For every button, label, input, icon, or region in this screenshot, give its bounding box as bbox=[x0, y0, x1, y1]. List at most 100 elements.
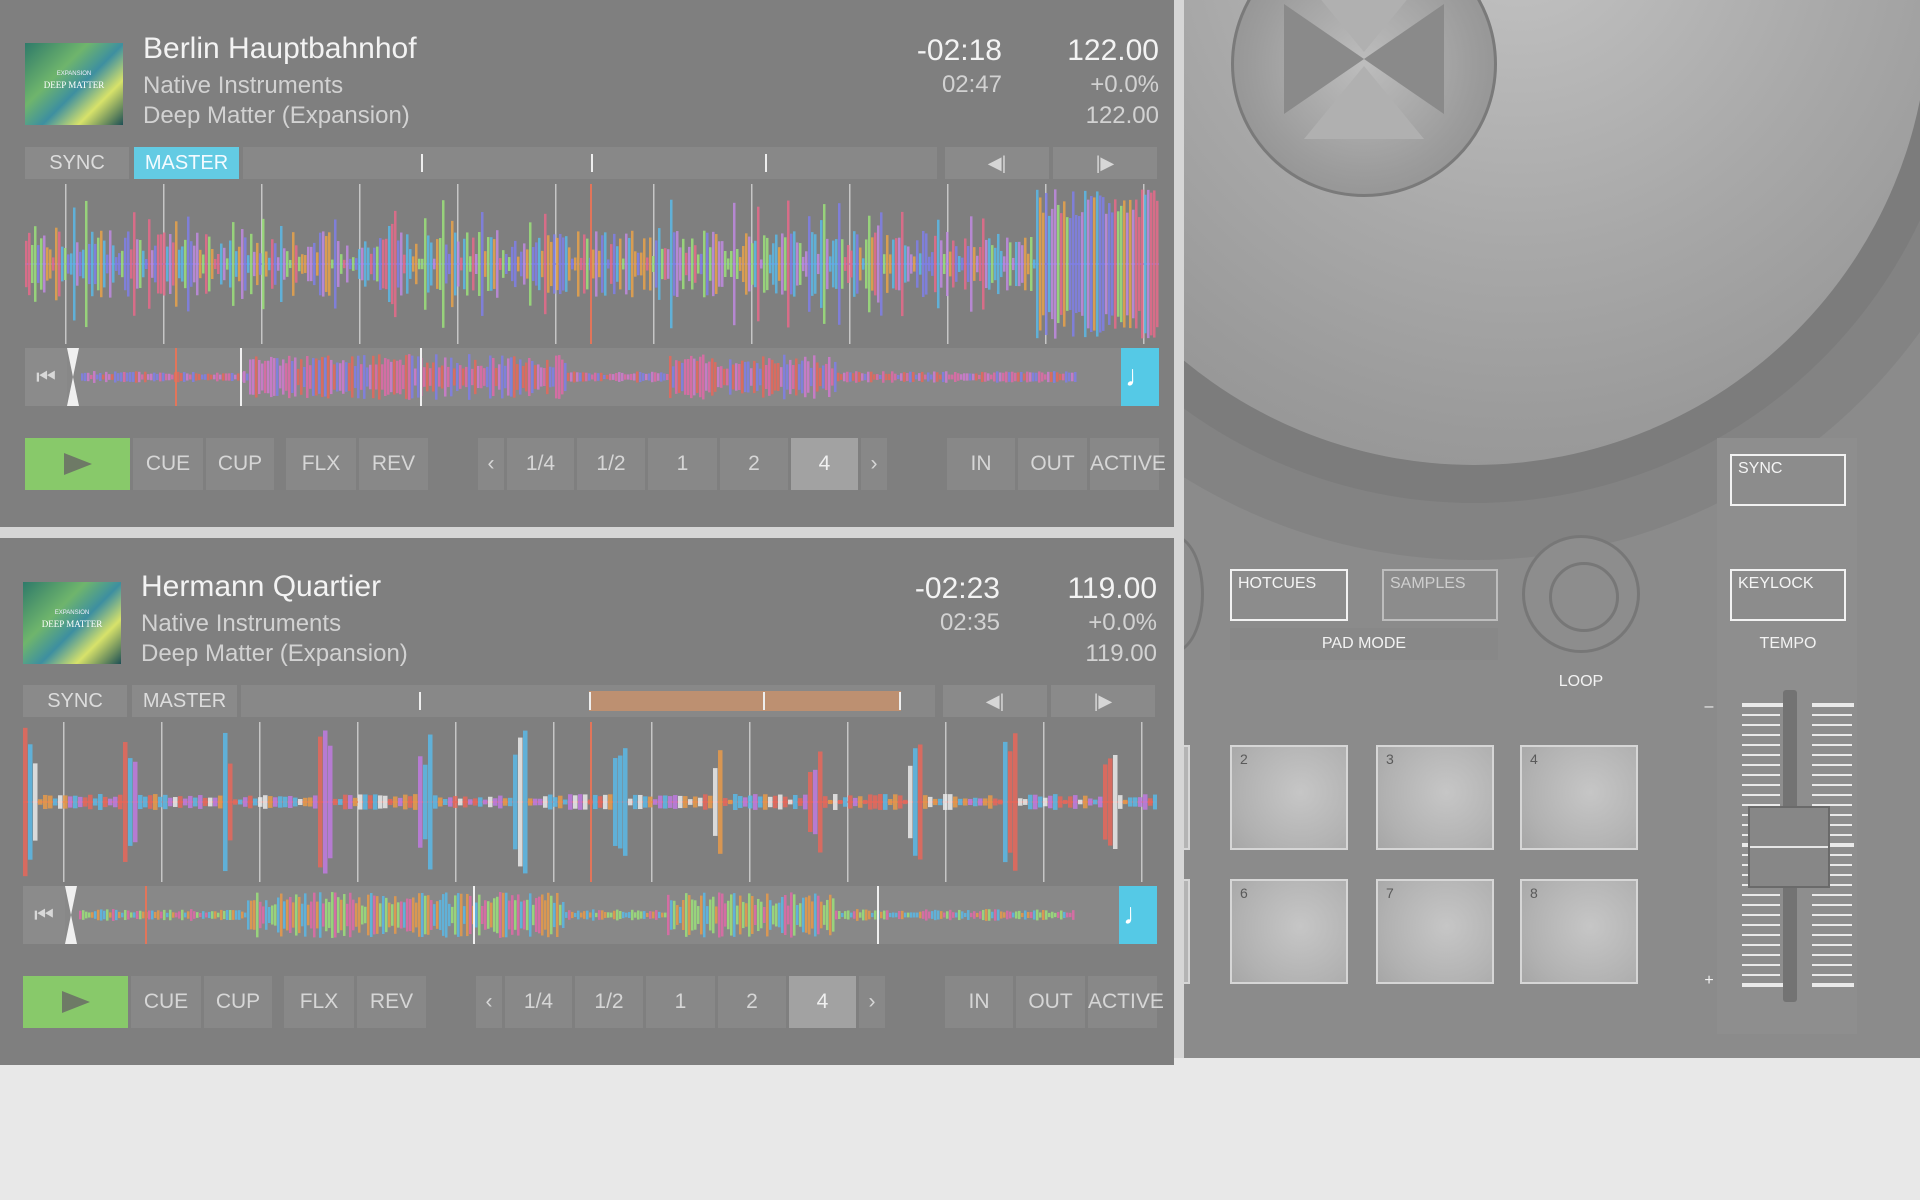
waveform-main[interactable] bbox=[23, 722, 1157, 882]
play-button[interactable] bbox=[25, 438, 130, 490]
pitch-display: +0.0% bbox=[1088, 609, 1157, 636]
flag-note-icon[interactable]: ♩ bbox=[1119, 886, 1157, 944]
flag-note-icon[interactable]: ♩ bbox=[1121, 348, 1159, 406]
tempo-fader[interactable] bbox=[1748, 806, 1830, 888]
playhead bbox=[590, 722, 592, 882]
album-art-label: EXPANSION bbox=[54, 610, 90, 616]
deck-a: EXPANSION DEEP MATTER Berlin Hauptbahnho… bbox=[0, 0, 1174, 527]
loop-size-quarter[interactable]: 1/4 bbox=[507, 438, 574, 490]
phase-tick bbox=[421, 154, 423, 172]
flux-button[interactable]: FLX bbox=[284, 976, 354, 1028]
phase-tick bbox=[765, 154, 767, 172]
jog-hub bbox=[1231, 0, 1497, 197]
overview-marker bbox=[473, 886, 475, 944]
pad-7[interactable]: 7 bbox=[1376, 879, 1494, 984]
album-art: EXPANSION DEEP MATTER bbox=[25, 43, 123, 125]
loop-prev-button[interactable]: ‹ bbox=[476, 976, 502, 1028]
sync-button[interactable]: SYNC bbox=[23, 685, 127, 717]
overview-position bbox=[175, 348, 177, 406]
master-button[interactable]: MASTER bbox=[132, 685, 237, 717]
pad-4[interactable]: 4 bbox=[1520, 745, 1638, 850]
track-title: Berlin Hauptbahnhof bbox=[143, 32, 417, 65]
samples-button[interactable]: SAMPLES bbox=[1382, 569, 1498, 621]
beatjump-back-button[interactable]: ◀| bbox=[943, 685, 1047, 717]
time-remaining: -02:18 bbox=[916, 34, 1002, 67]
cue-button[interactable]: CUE bbox=[133, 438, 203, 490]
deck-b: EXPANSION DEEP MATTER Hermann Quartier N… bbox=[0, 538, 1174, 1065]
phase-offset-bar bbox=[589, 691, 901, 711]
pad-6[interactable]: 6 bbox=[1230, 879, 1348, 984]
base-bpm-display: 122.00 bbox=[1085, 102, 1159, 129]
album-art-label: EXPANSION bbox=[56, 71, 92, 77]
loop-size-quarter[interactable]: 1/4 bbox=[505, 976, 572, 1028]
loop-knob[interactable] bbox=[1522, 535, 1640, 653]
loop-out-button[interactable]: OUT bbox=[1016, 976, 1085, 1028]
loop-size-2[interactable]: 2 bbox=[720, 438, 788, 490]
album-art: EXPANSION DEEP MATTER bbox=[23, 582, 121, 664]
cup-button[interactable]: CUP bbox=[206, 438, 274, 490]
loop-size-1[interactable]: 1 bbox=[646, 976, 715, 1028]
pad-3[interactable]: 3 bbox=[1376, 745, 1494, 850]
waveform-main[interactable] bbox=[25, 184, 1159, 344]
loop-in-button[interactable]: IN bbox=[947, 438, 1015, 490]
keylock-button[interactable]: KEYLOCK bbox=[1730, 569, 1846, 621]
hw-sync-button[interactable]: SYNC bbox=[1730, 454, 1846, 506]
loop-size-4[interactable]: 4 bbox=[789, 976, 856, 1028]
reverse-button[interactable]: REV bbox=[357, 976, 426, 1028]
screen-divider bbox=[1174, 0, 1184, 1058]
loop-out-button[interactable]: OUT bbox=[1018, 438, 1087, 490]
hotcues-button[interactable]: HOTCUES bbox=[1230, 569, 1348, 621]
overview-waveform[interactable] bbox=[65, 886, 1119, 944]
loop-size-2[interactable]: 2 bbox=[718, 976, 786, 1028]
sync-button[interactable]: SYNC bbox=[25, 147, 129, 179]
cue-button[interactable]: CUE bbox=[131, 976, 201, 1028]
flux-button[interactable]: FLX bbox=[286, 438, 356, 490]
track-artist: Native Instruments bbox=[143, 72, 344, 99]
overview-peaks bbox=[79, 892, 1075, 938]
track-title: Hermann Quartier bbox=[141, 570, 382, 603]
loop-size-half[interactable]: 1/2 bbox=[575, 976, 643, 1028]
overview-marker bbox=[240, 348, 242, 406]
play-button[interactable] bbox=[23, 976, 128, 1028]
loop-prev-button[interactable]: ‹ bbox=[478, 438, 504, 490]
reverse-button[interactable]: REV bbox=[359, 438, 428, 490]
loop-size-half[interactable]: 1/2 bbox=[577, 438, 645, 490]
master-button[interactable]: MASTER bbox=[134, 147, 239, 179]
playhead bbox=[590, 184, 592, 344]
loop-active-button[interactable]: ACTIVE bbox=[1088, 976, 1164, 1028]
skip-start-icon[interactable]: ⏮ bbox=[23, 886, 65, 944]
controller-hardware: HOTCUES SAMPLES PAD MODE LOOP SYNC KEYLO… bbox=[1184, 0, 1920, 1058]
phase-tick bbox=[419, 692, 421, 710]
cup-button[interactable]: CUP bbox=[204, 976, 272, 1028]
beatjump-forward-button[interactable]: |▶ bbox=[1051, 685, 1155, 717]
loop-size-4[interactable]: 4 bbox=[791, 438, 858, 490]
bpm-display: 122.00 bbox=[1067, 34, 1159, 67]
track-overview[interactable]: ⏮ ♩ bbox=[23, 886, 1157, 944]
overview-peaks bbox=[81, 354, 1077, 400]
track-album: Deep Matter (Expansion) bbox=[143, 102, 410, 129]
loop-next-button[interactable]: › bbox=[859, 976, 885, 1028]
track-album: Deep Matter (Expansion) bbox=[141, 640, 408, 667]
phase-tick bbox=[591, 154, 593, 172]
time-remaining: -02:23 bbox=[914, 572, 1000, 605]
pad-8[interactable]: 8 bbox=[1520, 879, 1638, 984]
loop-in-button[interactable]: IN bbox=[945, 976, 1013, 1028]
beatjump-back-button[interactable]: ◀| bbox=[945, 147, 1049, 179]
track-overview[interactable]: ⏮ ♩ bbox=[25, 348, 1159, 406]
time-elapsed: 02:35 bbox=[939, 609, 1000, 636]
loop-size-1[interactable]: 1 bbox=[648, 438, 717, 490]
tempo-label: TEMPO bbox=[1759, 635, 1817, 652]
phase-meter bbox=[241, 685, 935, 717]
overview-position bbox=[145, 886, 147, 944]
beatjump-forward-button[interactable]: |▶ bbox=[1053, 147, 1157, 179]
bpm-display: 119.00 bbox=[1067, 572, 1157, 605]
tempo-minus-label: – bbox=[1704, 698, 1714, 715]
skip-start-icon[interactable]: ⏮ bbox=[25, 348, 67, 406]
pad-1[interactable] bbox=[1184, 745, 1190, 850]
overview-waveform[interactable] bbox=[67, 348, 1121, 406]
loop-active-button[interactable]: ACTIVE bbox=[1090, 438, 1166, 490]
pad-2[interactable]: 2 bbox=[1230, 745, 1348, 850]
pitch-display: +0.0% bbox=[1090, 71, 1159, 98]
loop-next-button[interactable]: › bbox=[861, 438, 887, 490]
pad-5[interactable] bbox=[1184, 879, 1190, 984]
